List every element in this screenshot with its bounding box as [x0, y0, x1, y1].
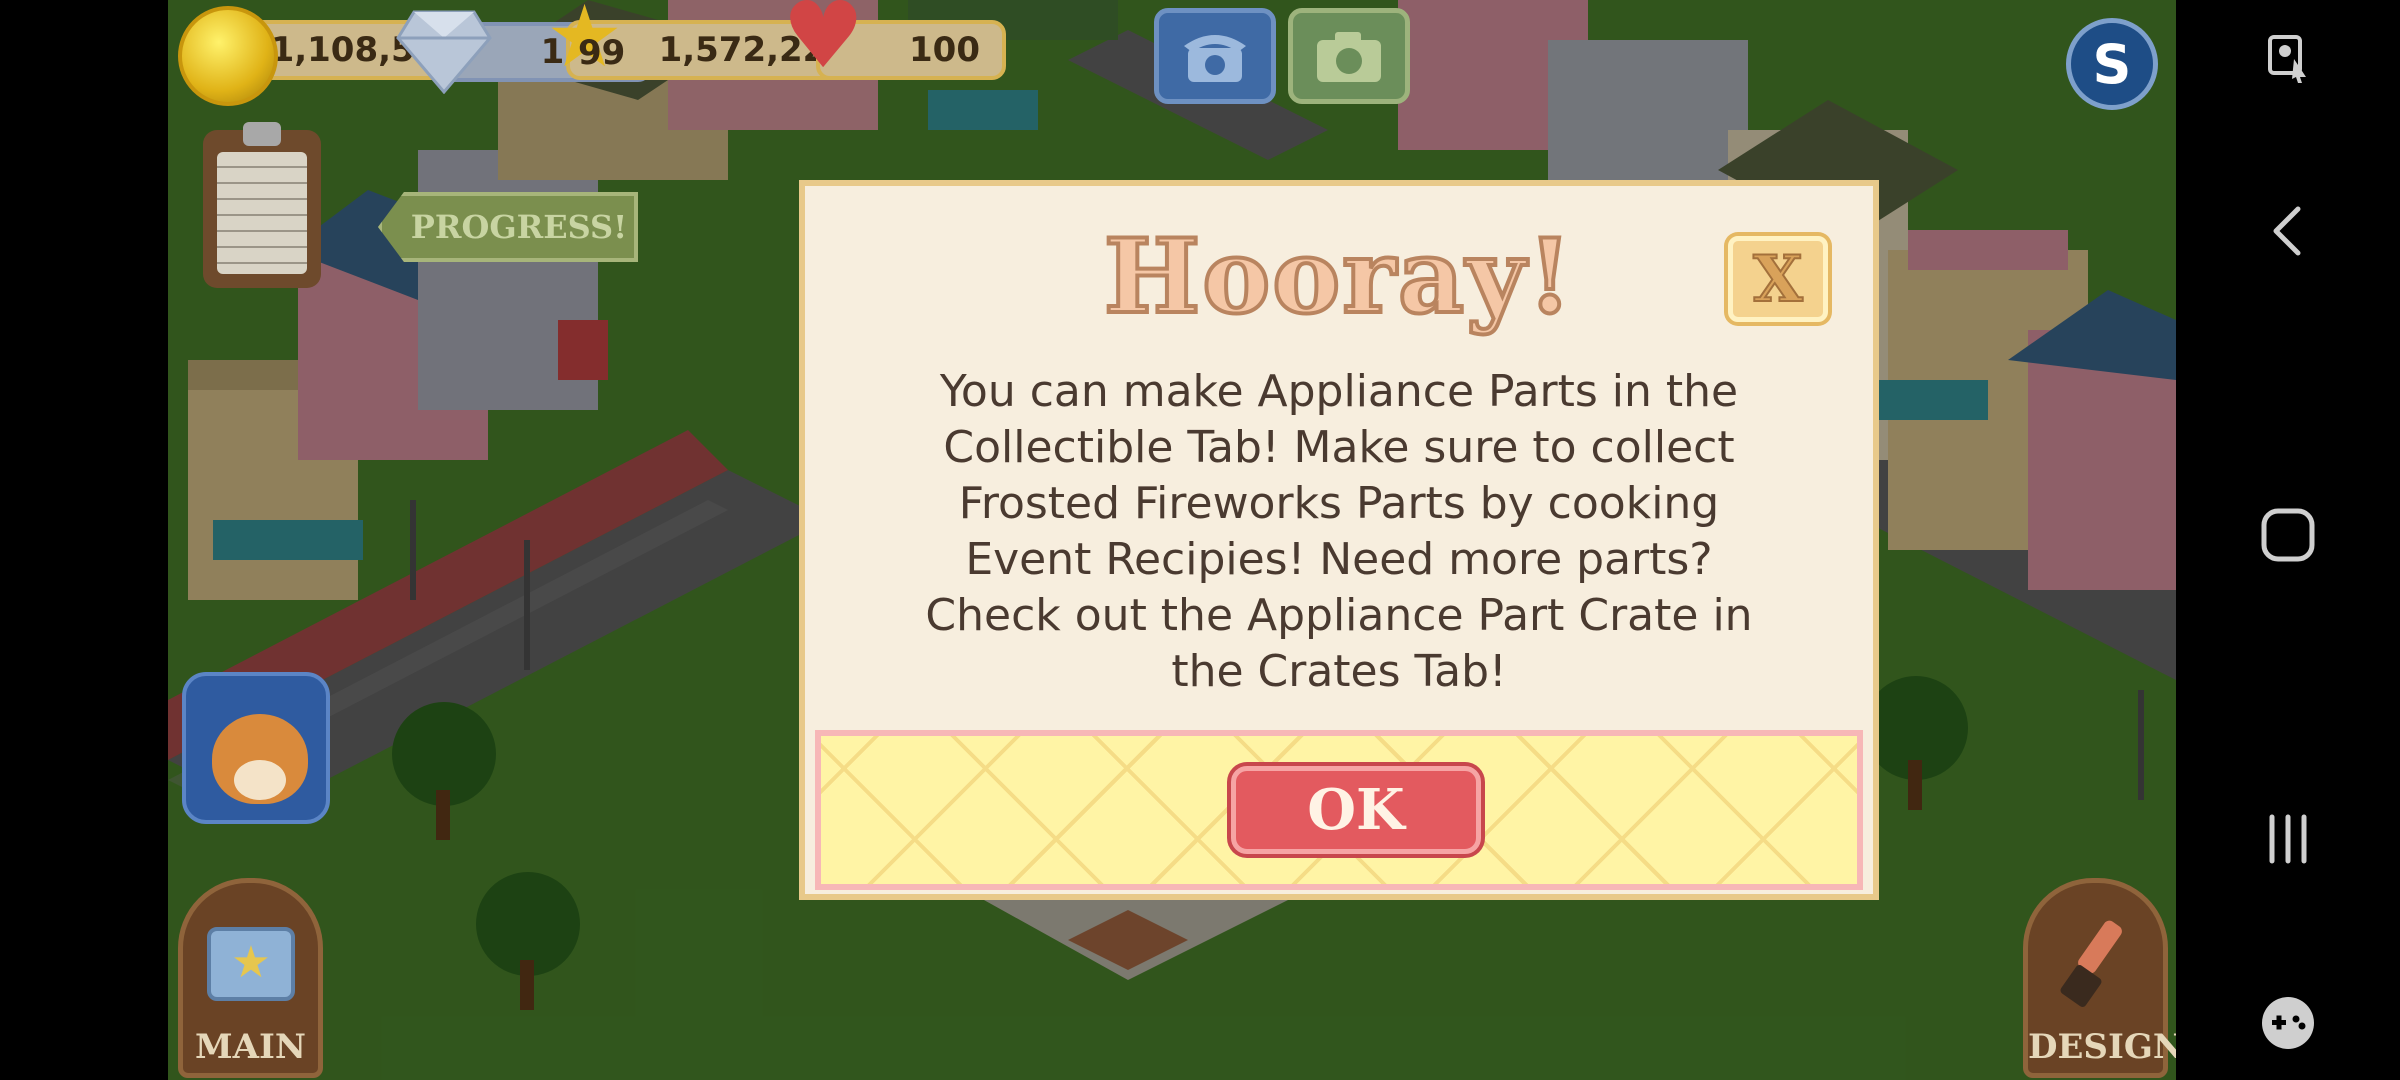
paintbrush-icon — [2060, 920, 2122, 1007]
coin-icon — [178, 6, 278, 106]
hearts-value: 100 — [909, 30, 980, 70]
dialog-message: You can make Appliance Parts in the Coll… — [925, 366, 1753, 697]
screen-lock-button[interactable] — [2176, 24, 2400, 94]
diamond-icon — [396, 10, 492, 94]
close-icon: X — [1752, 241, 1804, 318]
game-viewport[interactable]: 21,108,534 15 1,572,222 ★ 99 100 ♥ S PRO… — [168, 0, 2176, 1080]
clipboard-button[interactable] — [203, 122, 321, 288]
level-value: 99 — [578, 33, 626, 73]
recents-button[interactable] — [2176, 804, 2400, 874]
dialog-footer: OK — [815, 730, 1863, 890]
book-icon: ★ — [207, 927, 295, 1001]
ok-button[interactable]: OK — [1231, 766, 1481, 854]
phone-icon — [1184, 35, 1246, 82]
s-coin-icon[interactable]: S — [2066, 18, 2158, 110]
camera-icon — [1317, 32, 1381, 82]
heart-icon: ♥ — [782, 0, 865, 89]
camera-button[interactable] — [1288, 8, 1410, 104]
design-button[interactable]: DESIGN — [2023, 878, 2176, 1078]
recents-icon — [2269, 814, 2307, 864]
hooray-dialog: Hooray! X You can make Appliance Parts i… — [799, 180, 1879, 900]
clipboard-paper — [217, 152, 307, 274]
close-button[interactable]: X — [1728, 236, 1828, 322]
game-tools-icon — [2262, 997, 2314, 1049]
dog-game-button[interactable] — [182, 672, 330, 824]
clipboard-clip — [243, 122, 281, 146]
back-icon — [2273, 206, 2301, 256]
progress-banner[interactable]: PROGRESS! — [378, 192, 638, 262]
design-label: DESIGN — [2028, 1027, 2176, 1067]
home-icon — [2261, 508, 2315, 562]
home-button[interactable] — [2176, 500, 2400, 570]
svg-text:★: ★ — [231, 937, 270, 988]
game-tools-button[interactable] — [2176, 988, 2400, 1058]
screen-lock-icon — [2268, 35, 2306, 83]
android-nav-bar — [2176, 0, 2400, 1080]
dog-muzzle — [234, 760, 286, 800]
ok-label: OK — [1307, 777, 1405, 843]
dialog-title: Hooray! — [1102, 217, 1575, 337]
back-button[interactable] — [2176, 196, 2400, 266]
phone-button[interactable] — [1154, 8, 1276, 104]
progress-label: PROGRESS! — [410, 208, 628, 246]
main-label: MAIN — [195, 1027, 306, 1067]
main-button[interactable]: ★ MAIN — [178, 878, 323, 1078]
